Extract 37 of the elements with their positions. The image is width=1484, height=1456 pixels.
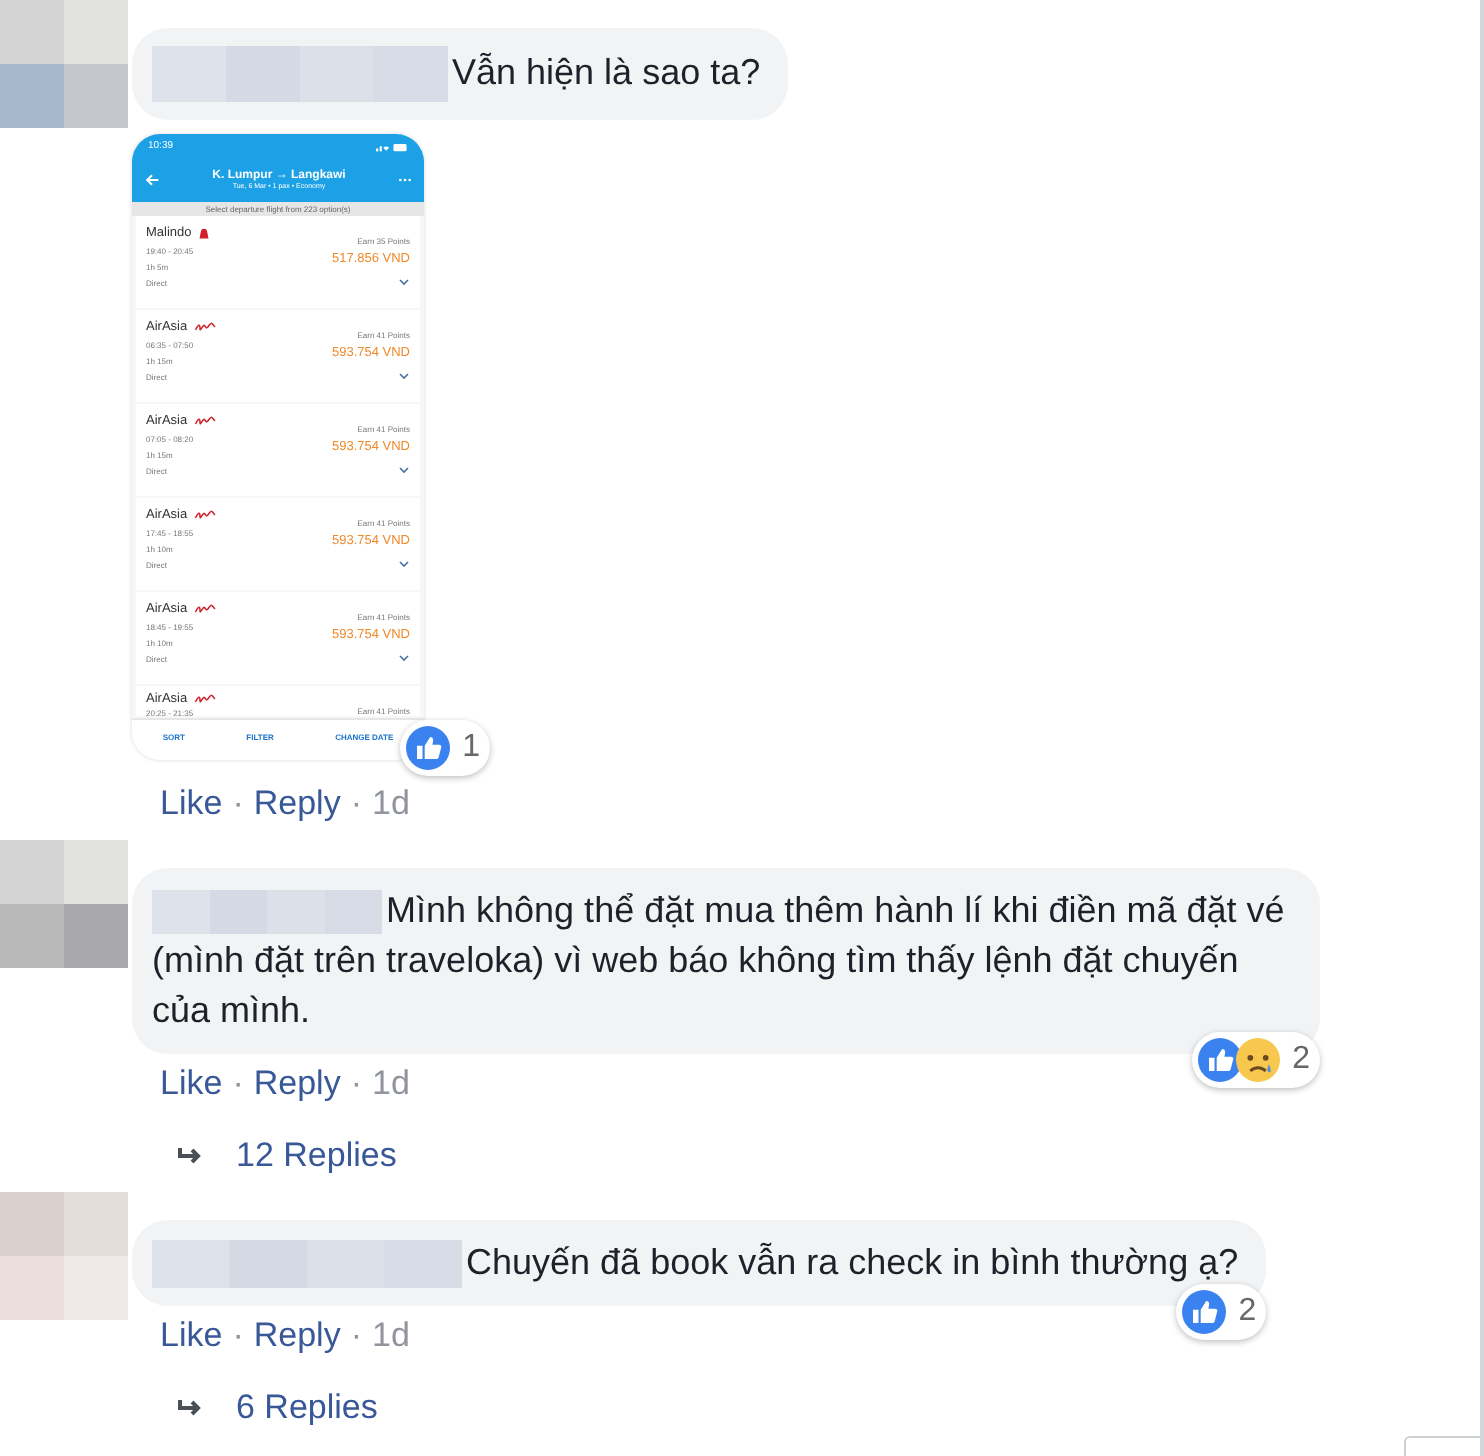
avatar[interactable]	[0, 840, 128, 968]
comment-time[interactable]: 1d	[372, 1064, 410, 1104]
airline-logo-icon	[193, 322, 218, 332]
airline-logo-icon	[193, 416, 218, 426]
reply-link[interactable]: Reply	[253, 784, 341, 824]
reply-arrow-icon	[176, 1146, 204, 1166]
like-link[interactable]: Like	[160, 1316, 223, 1357]
back-arrow-icon[interactable]	[144, 172, 160, 188]
reaction-count[interactable]: 1	[400, 720, 490, 776]
separator-dot: ·	[350, 1064, 362, 1104]
chevron-down-icon[interactable]	[398, 560, 410, 568]
chevron-down-icon[interactable]	[398, 278, 410, 286]
separator-dot: ·	[350, 784, 362, 824]
like-link[interactable]: Like	[160, 784, 223, 824]
airline-logo-icon	[197, 227, 210, 239]
separator-dot: ·	[350, 1316, 362, 1357]
comment-time[interactable]: 1d	[372, 1316, 410, 1357]
reply-arrow-icon	[176, 1398, 204, 1419]
comment-text: Vẫn hiện là sao ta?	[132, 28, 789, 120]
chevron-down-icon[interactable]	[398, 466, 410, 474]
reply-link[interactable]: Reply	[253, 1316, 341, 1357]
status-icons	[376, 141, 408, 151]
avatar[interactable]	[0, 0, 128, 128]
separator-dot: ·	[232, 1316, 244, 1357]
separator-dot: ·	[232, 784, 244, 824]
airline-logo-icon	[193, 694, 218, 704]
separator-dot: ·	[232, 1064, 244, 1104]
chevron-down-icon[interactable]	[398, 654, 410, 662]
view-replies-link[interactable]: 12 Replies	[236, 1136, 397, 1176]
view-replies-link[interactable]: 6 Replies	[236, 1388, 378, 1429]
airline-logo-icon	[193, 604, 218, 614]
like-link[interactable]: Like	[160, 1064, 223, 1104]
airline-logo-icon	[193, 510, 218, 520]
chevron-down-icon[interactable]	[398, 372, 410, 380]
comment-time[interactable]: 1d	[372, 784, 410, 824]
reply-link[interactable]: Reply	[253, 1064, 341, 1104]
screenshot-card[interactable]	[132, 134, 424, 760]
